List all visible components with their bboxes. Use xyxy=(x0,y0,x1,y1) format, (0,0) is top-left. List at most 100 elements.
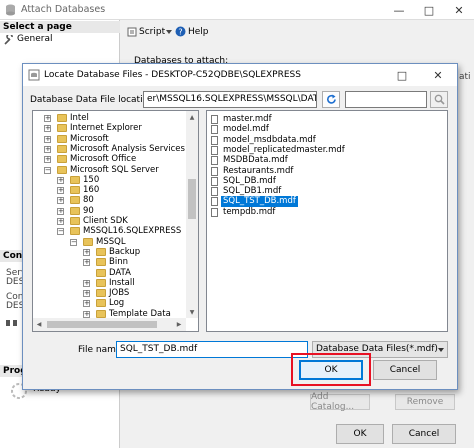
expand-icon[interactable]: + xyxy=(83,310,90,318)
back-window-title: Attach Databases xyxy=(21,4,106,15)
help-icon: ? xyxy=(175,26,186,37)
file-icon xyxy=(211,156,218,166)
folder-icon xyxy=(57,165,67,174)
folder-icon xyxy=(96,268,106,277)
file-icon xyxy=(211,187,218,197)
expand-icon[interactable]: + xyxy=(57,197,64,205)
tree-horizontal-scrollbar[interactable]: ◀ ▶ xyxy=(33,318,186,331)
file-icon xyxy=(211,176,218,186)
tree-scroll-right-icon[interactable]: ▶ xyxy=(173,318,185,330)
general-page-item[interactable]: General xyxy=(17,34,52,44)
location-label: Database Data File location: xyxy=(30,95,157,105)
folder-icon xyxy=(57,155,67,164)
locate-database-files-dialog: Locate Database Files - DESKTOP-C52QDBE\… xyxy=(22,63,458,390)
expand-icon[interactable]: + xyxy=(44,145,51,153)
back-window-action-row: Add Catalog... Remove xyxy=(124,392,474,412)
collapse-icon[interactable]: − xyxy=(70,238,77,246)
file-icon xyxy=(211,135,218,145)
file-icon xyxy=(211,115,218,124)
expand-icon[interactable]: + xyxy=(44,125,51,133)
svg-text:?: ? xyxy=(178,28,182,37)
search-input[interactable] xyxy=(345,91,427,108)
folder-tree-pane[interactable]: + Intel + Internet Explorer + Microsoft + Micro… xyxy=(32,110,199,332)
folder-icon xyxy=(96,289,106,298)
back-window-titlebar: Attach Databases — □ ✕ xyxy=(0,0,474,20)
tree-scroll-up-icon[interactable]: ▲ xyxy=(186,111,198,123)
refresh-button[interactable] xyxy=(322,91,340,108)
expand-icon[interactable]: + xyxy=(57,176,64,184)
folder-icon xyxy=(96,309,106,318)
file-icon xyxy=(211,125,218,135)
dialog-title: Locate Database Files - DESKTOP-C52QDBE\… xyxy=(44,70,301,80)
folder-icon xyxy=(96,278,106,287)
expand-icon[interactable]: + xyxy=(44,156,51,164)
search-icon xyxy=(434,94,445,105)
file-list-pane[interactable]: master.mdf model.mdf model_msdbdata.mdf mod… xyxy=(206,110,448,332)
folder-icon xyxy=(57,124,67,133)
ok-button[interactable]: OK xyxy=(299,360,363,380)
view-connection-icon[interactable] xyxy=(5,318,19,328)
remove-button[interactable]: Remove xyxy=(395,394,455,410)
expand-icon[interactable]: + xyxy=(44,115,51,122)
folder-icon xyxy=(96,247,106,256)
cancel-button[interactable]: Cancel xyxy=(373,360,437,380)
dialog-titlebar: Locate Database Files - DESKTOP-C52QDBE\… xyxy=(23,64,457,86)
right-edge-label: ati xyxy=(459,72,471,82)
database-file-icon xyxy=(28,69,40,81)
maximize-button[interactable]: □ xyxy=(414,0,444,20)
tree-scroll-down-icon[interactable]: ▼ xyxy=(186,306,198,318)
folder-icon xyxy=(83,237,93,246)
folder-icon xyxy=(57,134,67,143)
back-cancel-button[interactable]: Cancel xyxy=(392,424,456,444)
dialog-maximize-button[interactable]: □ xyxy=(387,65,417,85)
script-dropdown-chevron-icon[interactable] xyxy=(166,30,172,34)
dialog-close-button[interactable]: ✕ xyxy=(423,65,453,85)
tree-horizontal-scroll-thumb[interactable] xyxy=(47,321,157,328)
back-ok-button[interactable]: OK xyxy=(336,424,384,444)
collapse-icon[interactable]: − xyxy=(44,166,51,174)
expand-icon[interactable]: + xyxy=(57,207,64,215)
folder-icon xyxy=(70,186,80,195)
folder-icon xyxy=(96,258,106,267)
folder-icon xyxy=(70,217,80,225)
script-button[interactable]: Script xyxy=(139,27,165,37)
refresh-icon xyxy=(326,94,336,104)
add-catalog-button[interactable]: Add Catalog... xyxy=(310,392,370,412)
folder-icon xyxy=(96,299,106,308)
expand-icon[interactable]: + xyxy=(83,248,90,256)
file-icon xyxy=(211,207,218,217)
tree-vertical-scroll-thumb[interactable] xyxy=(188,179,196,219)
expand-icon[interactable]: + xyxy=(57,218,64,225)
file-icon xyxy=(211,166,218,176)
expand-icon[interactable]: + xyxy=(57,187,64,195)
database-icon xyxy=(6,4,15,16)
file-icon xyxy=(211,145,218,155)
tree-scroll-left-icon[interactable]: ◀ xyxy=(33,318,45,330)
file-name-field[interactable]: SQL_TST_DB.mdf xyxy=(116,341,308,358)
file-list-item[interactable]: tempdb.mdf xyxy=(209,207,445,218)
folder-icon xyxy=(57,144,67,153)
close-button[interactable]: ✕ xyxy=(444,0,474,20)
search-button[interactable] xyxy=(430,91,448,108)
wrench-icon xyxy=(4,35,13,45)
expand-icon[interactable]: + xyxy=(83,279,90,287)
minimize-button[interactable]: — xyxy=(384,0,414,20)
file-type-chevron-down-icon[interactable] xyxy=(438,348,444,352)
select-page-header: Select a page xyxy=(0,21,120,33)
folder-icon xyxy=(70,227,80,236)
folder-icon xyxy=(70,196,80,205)
file-name-label: tempdb.mdf xyxy=(223,206,276,217)
expand-icon[interactable]: + xyxy=(83,300,90,308)
location-field[interactable]: er\MSSQL16.SQLEXPRESS\MSSQL\DATA xyxy=(143,91,317,108)
tree-vertical-scrollbar[interactable]: ▲ ▼ xyxy=(186,111,198,318)
folder-icon xyxy=(70,175,80,184)
collapse-icon[interactable]: − xyxy=(57,228,64,236)
help-button[interactable]: Help xyxy=(188,27,209,37)
back-window-toolbar: Script ? Help xyxy=(121,20,474,44)
folder-icon xyxy=(70,206,80,215)
script-icon xyxy=(127,27,137,37)
expand-icon[interactable]: + xyxy=(83,290,90,298)
expand-icon[interactable]: + xyxy=(44,135,51,143)
expand-icon[interactable]: + xyxy=(83,259,90,267)
folder-icon xyxy=(57,114,67,122)
